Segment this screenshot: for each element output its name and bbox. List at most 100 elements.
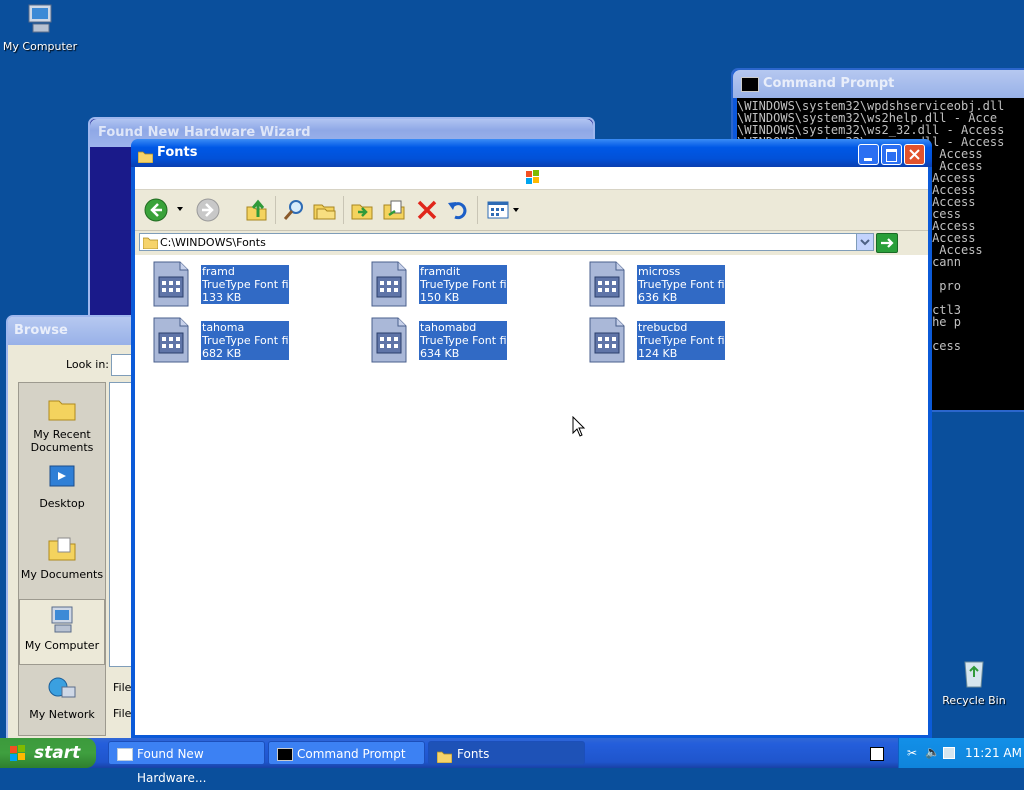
- font-file-name: framdit: [420, 265, 461, 278]
- font-file-item[interactable]: tahomaTrueType Font file682 KB: [143, 315, 293, 365]
- font-file-name: tahomabd: [420, 321, 477, 334]
- font-file-icon: [153, 317, 189, 363]
- font-file-icon: [153, 261, 189, 307]
- recycle-bin-icon: [957, 656, 991, 690]
- folders-button[interactable]: [311, 197, 337, 223]
- place-label: My Recent Documents: [30, 428, 94, 454]
- font-file-size: 133 KB: [202, 291, 242, 304]
- font-file-item[interactable]: framditTrueType Font file150 KB: [361, 259, 511, 309]
- up-folder-button[interactable]: [243, 197, 269, 223]
- font-file-name: micross: [638, 265, 681, 278]
- back-arrow-icon: [144, 198, 168, 222]
- forward-button[interactable]: [195, 197, 221, 223]
- search-button[interactable]: [281, 197, 307, 223]
- browse-dialog[interactable]: Browse Look in: My Recent Documents Desk…: [6, 315, 145, 744]
- delete-button[interactable]: [414, 197, 440, 223]
- documents-folder-icon: [46, 533, 78, 565]
- desktop-icon-my-computer[interactable]: My Computer: [0, 2, 80, 53]
- address-input[interactable]: C:\WINDOWS\Fonts: [139, 233, 874, 251]
- desktop-icon: [46, 462, 78, 494]
- font-file-details: framditTrueType Font file150 KB: [419, 265, 507, 304]
- font-file-type: TrueType Font file: [420, 278, 506, 291]
- cmd-icon: [277, 748, 293, 761]
- font-file-icon: [589, 261, 625, 307]
- folder-icon: [46, 393, 78, 425]
- views-dropdown-icon: [513, 208, 519, 212]
- undo-icon: [448, 202, 467, 220]
- go-button[interactable]: [876, 233, 898, 253]
- tray-tools-icon[interactable]: ✂: [907, 746, 921, 760]
- copy-to-button[interactable]: [381, 197, 407, 223]
- views-button[interactable]: [485, 197, 521, 223]
- browse-title: Browse: [14, 323, 68, 338]
- font-file-size: 682 KB: [202, 347, 242, 360]
- up-arrow-icon: [246, 199, 267, 221]
- desktop-icon-label: Recycle Bin: [942, 694, 1006, 707]
- fonts-explorer-window[interactable]: Fonts C:\WINDOWS\Fonts framd TrueType Fo…: [131, 139, 932, 739]
- font-file-details: tahomaTrueType Font file682 KB: [201, 321, 289, 360]
- font-file-type: TrueType Font file: [202, 334, 288, 347]
- task-label: Found New Hardware...: [137, 747, 207, 785]
- place-my-network[interactable]: My Network: [19, 673, 105, 721]
- language-bar-icon[interactable]: [870, 747, 884, 761]
- task-label: Fonts: [457, 747, 490, 761]
- computer-icon: [23, 2, 57, 36]
- start-button[interactable]: start: [0, 738, 96, 768]
- folder-icon: [436, 747, 453, 771]
- font-file-details: trebucbdTrueType Font file124 KB: [637, 321, 725, 360]
- copy-to-icon: [383, 200, 405, 220]
- back-dropdown-icon[interactable]: [177, 207, 183, 211]
- close-button[interactable]: [904, 144, 925, 165]
- mouse-cursor-icon: [572, 416, 586, 437]
- fonts-title: Fonts: [157, 145, 198, 160]
- font-file-icon: [589, 317, 625, 363]
- minimize-button[interactable]: [858, 144, 879, 165]
- forward-arrow-icon: [196, 198, 220, 222]
- place-my-recent-documents[interactable]: My Recent Documents: [19, 393, 105, 454]
- task-fonts[interactable]: Fonts: [428, 741, 585, 765]
- move-to-button[interactable]: [349, 197, 375, 223]
- file-view[interactable]: framdTrueType Font file133 KBframditTrue…: [135, 256, 928, 735]
- font-file-details: microssTrueType Font file636 KB: [637, 265, 725, 304]
- font-file-item[interactable]: framdTrueType Font file133 KB: [143, 259, 293, 309]
- browse-title-bar[interactable]: Browse: [8, 317, 143, 345]
- font-file-details: framdTrueType Font file133 KB: [201, 265, 289, 304]
- address-text: C:\WINDOWS\Fonts: [160, 236, 266, 249]
- maximize-button[interactable]: [881, 144, 902, 165]
- task-found-new-hardware[interactable]: Found New Hardware...: [108, 741, 265, 785]
- task-command-prompt[interactable]: Command Prompt: [268, 741, 425, 765]
- go-arrow-icon: [881, 238, 894, 248]
- address-bar: C:\WINDOWS\Fonts: [135, 231, 928, 255]
- computer-icon: [46, 604, 78, 636]
- network-icon: [46, 673, 78, 705]
- undo-button[interactable]: [445, 197, 471, 223]
- views-icon: [487, 201, 509, 219]
- windows-logo-icon: [10, 745, 25, 761]
- folder-icon: [142, 236, 159, 255]
- desktop-icon-recycle-bin[interactable]: Recycle Bin: [934, 656, 1014, 707]
- font-file-details: tahomabdTrueType Font file634 KB: [419, 321, 507, 360]
- font-file-name: trebucbd: [638, 321, 688, 334]
- font-file-type: TrueType Font file: [638, 334, 724, 347]
- cmd-title: Command Prompt: [763, 76, 895, 91]
- window-icon: [117, 748, 133, 761]
- fonts-title-bar[interactable]: Fonts: [131, 139, 932, 167]
- font-file-item[interactable]: tahomabdTrueType Font file634 KB: [361, 315, 511, 365]
- font-file-item[interactable]: microssTrueType Font file636 KB: [579, 259, 729, 309]
- place-my-computer[interactable]: My Computer: [19, 599, 105, 665]
- tray-volume-icon[interactable]: 🔈: [925, 745, 940, 759]
- back-button[interactable]: [143, 197, 169, 223]
- tray-network-icon[interactable]: [943, 747, 955, 759]
- address-dropdown-button[interactable]: [856, 234, 873, 250]
- folders-icon: [313, 204, 336, 220]
- task-label: Command Prompt: [297, 747, 406, 761]
- place-label: Desktop: [39, 497, 85, 510]
- start-label: start: [34, 743, 81, 763]
- place-desktop[interactable]: Desktop: [19, 462, 105, 510]
- place-my-documents[interactable]: My Documents: [19, 533, 105, 581]
- font-file-item[interactable]: trebucbdTrueType Font file124 KB: [579, 315, 729, 365]
- clock[interactable]: 11:21 AM: [965, 746, 1022, 760]
- cmd-title-bar[interactable]: Command Prompt: [733, 70, 1024, 98]
- font-file-size: 150 KB: [420, 291, 460, 304]
- font-file-type: TrueType Font file: [638, 278, 724, 291]
